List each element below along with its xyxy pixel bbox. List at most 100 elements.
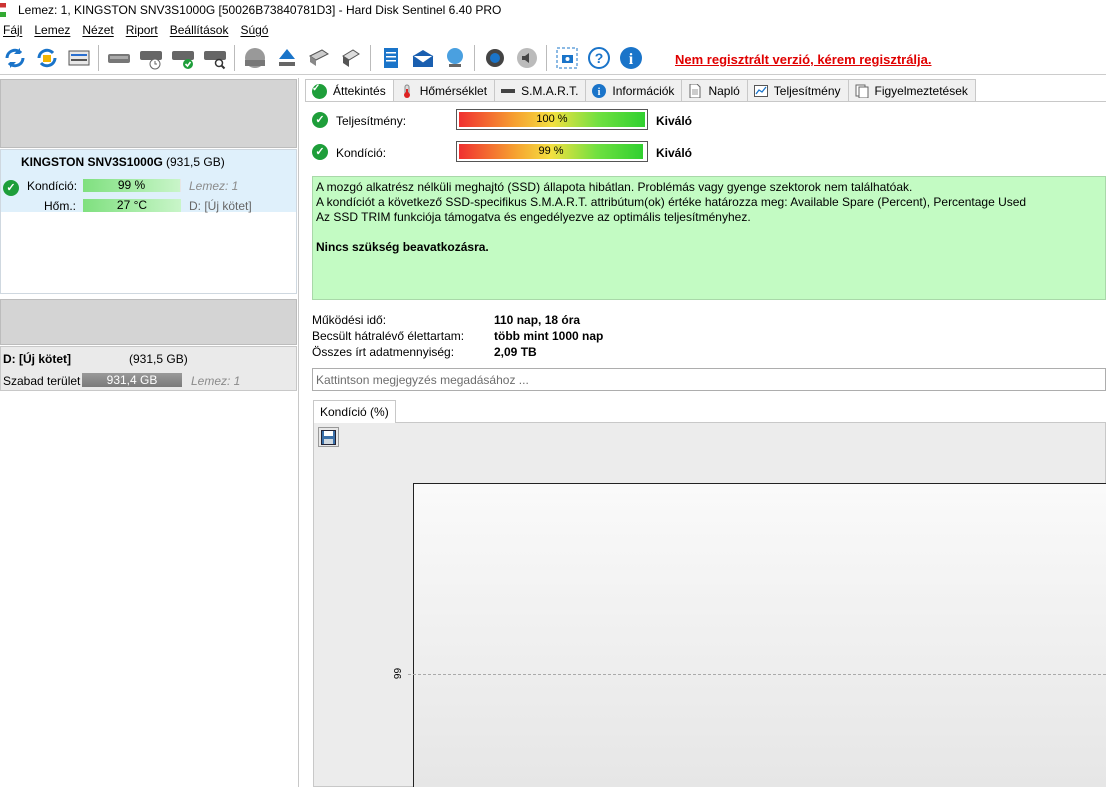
disk-search-icon[interactable] [201,44,228,72]
menu-settings[interactable]: Beállítások [170,23,229,37]
save-chart-button[interactable] [318,427,339,447]
info-line: Az SSD TRIM funkciója támogatva és enged… [316,210,751,224]
help-icon[interactable]: ? [585,44,612,72]
title-bar: Lemez: 1, KINGSTON SNV3S1000G [50026B738… [0,0,1106,19]
chart-ytick-99: 99 [393,667,405,680]
disk-temp-label: Hőm.: [44,199,77,213]
disk-name: KINGSTON SNV3S1000G [21,155,163,169]
unregistered-link[interactable]: Nem regisztrált verzió, kérem regisztrál… [675,52,932,67]
cond-rating: Kiváló [656,146,693,160]
note-input[interactable]: Kattintson megjegyzés megadásához ... [312,368,1106,391]
toolbar-separator [234,44,235,71]
tab-underline [305,101,1106,102]
check-icon: ✓ [312,83,327,99]
perf-rating: Kiváló [656,114,693,128]
screenshot-icon[interactable] [553,44,580,72]
disk-info-icon[interactable] [337,44,364,72]
perf-ok-icon: ✓ [312,112,328,128]
svg-text:?: ? [594,50,603,66]
toolbar-separator [98,44,99,71]
written-value: 2,09 TB [494,345,537,359]
document-icon [688,83,702,98]
cond-value: 99 % [538,145,564,157]
cond-bar: 99 % [456,141,648,162]
report-icon[interactable] [377,44,404,72]
volume-disk-ref: Lemez: 1 [191,374,241,388]
tab-log[interactable]: Napló [681,79,748,101]
chart-tab-condition[interactable]: Kondíció (%) [313,400,396,423]
tab-bar: ✓ Áttekintés Hőmérséklet S.M.A.R.T. i Info… [305,79,976,102]
free-space-label: Szabad terület [3,374,81,388]
disk-cond-track: 99 % [83,179,181,192]
uptime-label: Működési idő: [312,313,387,327]
toolbar-separator [370,44,371,71]
svg-text:i: i [628,51,633,68]
disk-icon [501,84,516,98]
status-info-box: A mozgó alkatrész nélküli meghajtó (SSD)… [312,176,1106,300]
about-icon[interactable]: i [617,44,644,72]
info-icon: i [592,83,607,98]
eject-icon[interactable] [273,44,300,72]
settings-icon[interactable] [481,44,508,72]
perf-value: 100 % [536,113,568,125]
disk-cond-bar: 99 % [83,179,181,192]
lifetime-value: több mint 1000 nap [494,329,604,343]
menu-bar: Fájl Lemez Nézet Riport Beállítások Súgó [0,19,1106,40]
volume-size: (931,5 GB) [129,352,188,366]
written-label: Összes írt adatmennyiség: [312,345,455,359]
tab-performance[interactable]: Teljesítmény [746,79,849,101]
perf-bar: 100 % [456,109,648,130]
toolbar-separator [474,44,475,71]
chart-gridline [408,674,1106,675]
info-line: A kondíciót a következő SSD-specifikus S… [316,195,1027,209]
volume-header [0,299,297,345]
disk-surface-icon[interactable] [241,44,268,72]
menu-file[interactable]: Fájl [3,23,22,37]
clipboard-icon [855,84,869,98]
perf-label: Teljesítmény: [336,114,407,128]
disk-schedule-icon[interactable] [137,44,164,72]
cond-label: Kondíció: [336,146,387,160]
volume-name: D: [Új kötet] [3,352,71,366]
status-ok-icon: ✓ [3,180,19,196]
disk-cond-label: Kondíció: [27,179,78,193]
tab-information[interactable]: i Információk [585,79,683,101]
lifetime-label: Becsült hátralévő élettartam: [312,329,465,343]
chart-plot [413,483,1106,787]
info-line: A mozgó alkatrész nélküli meghajtó (SSD)… [316,180,913,194]
disk-temp-bar: 27 °C [83,199,181,212]
tab-temperature[interactable]: Hőmérséklet [392,79,496,101]
disk-icon[interactable] [105,44,132,72]
usb-drive-icon[interactable] [305,44,332,72]
free-space-bar: 931,4 GB [82,373,182,387]
disk-list-icon[interactable] [65,44,92,72]
tab-smart[interactable]: S.M.A.R.T. [494,79,587,101]
refresh-all-icon[interactable] [33,44,60,72]
disk-volume-ref[interactable]: D: [Új kötet] [189,199,252,213]
disk-header [0,79,297,148]
svg-text:i: i [598,87,601,98]
volume-card[interactable]: D: [Új kötet] (931,5 GB) Szabad terület … [0,346,297,391]
chart-icon [753,84,768,98]
mail-icon[interactable] [409,44,436,72]
save-icon [321,429,336,445]
cond-ok-icon: ✓ [312,144,328,160]
menu-disk[interactable]: Lemez [34,23,70,37]
network-icon[interactable] [441,44,468,72]
window-title: Lemez: 1, KINGSTON SNV3S1000G [50026B738… [18,2,502,17]
disk-size: (931,5 GB) [166,155,225,169]
tab-overview[interactable]: ✓ Áttekintés [305,79,394,102]
sound-icon[interactable] [513,44,540,72]
menu-view[interactable]: Nézet [82,23,113,37]
tab-alerts[interactable]: Figyelmeztetések [847,79,976,101]
thermometer-icon [400,84,414,98]
toolbar: ? i [0,41,1106,75]
menu-help[interactable]: Súgó [240,23,268,37]
info-recommendation: Nincs szükség beavatkozásra. [316,240,489,254]
menu-report[interactable]: Riport [126,23,158,37]
disk-ref: Lemez: 1 [189,179,239,193]
disk-check-icon[interactable] [169,44,196,72]
disk-card[interactable]: KINGSTON SNV3S1000G (931,5 GB) ✓ Kondíci… [0,149,297,294]
app-icon [0,2,6,17]
refresh-icon[interactable] [1,44,28,72]
